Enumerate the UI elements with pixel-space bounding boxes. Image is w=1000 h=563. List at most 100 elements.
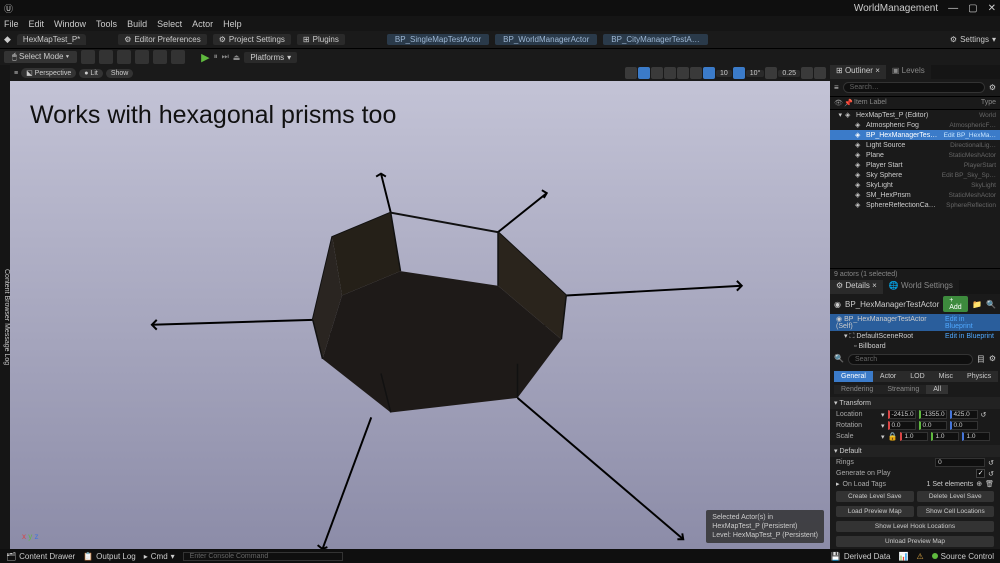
self-component-row[interactable]: ◉ BP_HexManagerTestActor (Self) Edit in … (830, 314, 1000, 331)
rings-input[interactable]: 0 (935, 458, 985, 467)
details-category-tab[interactable]: Misc (932, 371, 960, 382)
levels-tab[interactable]: ▣ Levels (886, 65, 931, 79)
filter-icon[interactable]: 目 (977, 354, 985, 365)
vp-angle-snap[interactable] (733, 67, 745, 79)
rotation-x[interactable]: 0.0 (888, 421, 916, 430)
scale-z[interactable]: 1.0 (962, 432, 990, 441)
bp-tab-3[interactable]: BP_CityManagerTestA… (603, 34, 707, 45)
vp-grid-snap[interactable] (703, 67, 715, 79)
menu-select[interactable]: Select (157, 19, 182, 29)
window-minimize-icon[interactable]: — (948, 3, 958, 14)
editor-prefs-button[interactable]: ⚙Editor Preferences (118, 34, 206, 45)
save-icon[interactable] (81, 50, 95, 64)
edit-blueprint-link[interactable]: Edit in Blueprint (945, 333, 994, 340)
find-icon[interactable]: 🔍 (986, 300, 996, 309)
outliner-row[interactable]: ◈SM_HexPrismStaticMeshActor (830, 190, 1000, 200)
details-category-tab[interactable]: Actor (873, 371, 903, 382)
details-subtab[interactable]: Rendering (834, 385, 880, 394)
component-row[interactable]: ▾ ⛶ DefaultSceneRoot Edit in Blueprint (830, 331, 1000, 342)
outliner-row[interactable]: ◈SkyLightSkyLight (830, 180, 1000, 190)
menu-tools[interactable]: Tools (96, 19, 117, 29)
outliner-row[interactable]: ◈Atmospheric FogAtmosphericF… (830, 120, 1000, 130)
add-icon[interactable] (117, 50, 131, 64)
outliner-row[interactable]: ◈BP_HexManagerTestActorEdit BP_HexMa… (830, 130, 1000, 140)
skip-icon[interactable]: ⏭ (222, 52, 229, 62)
vp-tool-5[interactable] (677, 67, 689, 79)
vp-tool-scale[interactable] (664, 67, 676, 79)
menu-file[interactable]: File (4, 19, 19, 29)
output-log-button[interactable]: 📋 Output Log (83, 552, 136, 561)
settings-dropdown[interactable]: Settings (960, 35, 989, 44)
vp-scale-snap[interactable] (765, 67, 777, 79)
lock-icon[interactable]: 🔒 (888, 432, 898, 441)
console-input[interactable]: Enter Console Command (183, 552, 343, 561)
component-row[interactable]: ▫ Billboard (830, 342, 1000, 351)
add-element-icon[interactable]: ⊕ (976, 480, 982, 488)
details-category-tab[interactable]: General (834, 371, 873, 382)
show-dropdown[interactable]: Show (106, 69, 134, 78)
action-button[interactable]: Show Cell Locations (917, 506, 995, 517)
viewport-menu-icon[interactable]: ≡ (14, 70, 18, 77)
details-category-tab[interactable]: Physics (960, 371, 998, 382)
add-component-button[interactable]: + Add (943, 296, 968, 312)
angle-size[interactable]: 10° (746, 70, 765, 77)
platforms-dropdown[interactable]: Platforms ▾ (244, 52, 297, 63)
menu-actor[interactable]: Actor (192, 19, 213, 29)
action-button[interactable]: Show Level Hook Locations (836, 521, 994, 532)
vp-maximize[interactable] (814, 67, 826, 79)
rotation-y[interactable]: 0.0 (919, 421, 947, 430)
action-button[interactable]: Unload Preview Map (836, 536, 994, 547)
source-control-button[interactable]: Source Control (932, 552, 994, 561)
pause-icon[interactable]: ⏸ (214, 52, 218, 62)
clear-icon[interactable]: 🗑 (985, 480, 994, 488)
play-button[interactable]: ▶ (201, 51, 209, 64)
window-close-icon[interactable]: ✕ (988, 3, 996, 14)
details-subtab[interactable]: Streaming (880, 385, 926, 394)
details-search[interactable]: Search (848, 354, 973, 365)
world-settings-tab[interactable]: 🌐 World Settings (883, 280, 959, 294)
outliner-search[interactable]: Search… (843, 82, 985, 93)
generate-on-play-checkbox[interactable] (976, 469, 985, 478)
blueprints-icon[interactable] (153, 50, 167, 64)
warning-icon[interactable]: ⚠ (916, 552, 923, 561)
menu-window[interactable]: Window (54, 19, 86, 29)
bp-tab-1[interactable]: BP_SingleMapTestActor (387, 34, 489, 45)
details-category-tab[interactable]: LOD (903, 371, 931, 382)
perspective-dropdown[interactable]: ⬕ Perspective (21, 68, 76, 78)
reset-icon[interactable]: ↺ (988, 470, 994, 478)
transform-section[interactable]: ▾ Transform (830, 397, 1000, 409)
bp-tab-2[interactable]: BP_WorldManagerActor (495, 34, 597, 45)
window-maximize-icon[interactable]: ▢ (968, 3, 977, 14)
filter-icon[interactable]: ≡ (834, 83, 839, 92)
menu-edit[interactable]: Edit (29, 19, 45, 29)
vp-camera-speed[interactable] (801, 67, 813, 79)
cinematics-icon[interactable] (171, 50, 185, 64)
content-browser-tab[interactable]: Content Browser (3, 269, 10, 321)
content-drawer-button[interactable]: 🗂 Content Drawer (6, 552, 75, 561)
details-tab[interactable]: ⚙ Details × (830, 280, 883, 294)
lit-dropdown[interactable]: ● Lit (79, 69, 103, 78)
action-button[interactable]: Create Level Save (836, 491, 914, 502)
asset-tab[interactable]: HexMapTest_P* (17, 34, 86, 45)
reset-icon[interactable]: ↺ (981, 411, 987, 419)
scale-snap[interactable]: 0.25 (778, 70, 800, 77)
outliner-row[interactable]: ◈Light SourceDirectionalLig… (830, 140, 1000, 150)
message-log-tab[interactable]: Message Log (3, 323, 10, 365)
browse-icon[interactable] (99, 50, 113, 64)
reset-icon[interactable]: ↺ (988, 459, 994, 467)
left-sidebar[interactable]: Content Browser Message Log (0, 65, 10, 549)
outliner-row[interactable]: ◈SphereReflectionCaptureSphereReflection (830, 200, 1000, 210)
menu-help[interactable]: Help (223, 19, 242, 29)
project-settings-button[interactable]: ⚙Project Settings (213, 34, 291, 45)
gear-icon[interactable]: ⚙ (989, 354, 996, 365)
default-section[interactable]: ▾ Default (830, 445, 1000, 457)
vp-tool-1[interactable] (625, 67, 637, 79)
vp-tool-6[interactable] (690, 67, 702, 79)
vp-tool-rotate[interactable] (651, 67, 663, 79)
marketplace-icon[interactable] (135, 50, 149, 64)
grid-size[interactable]: 10 (716, 70, 732, 77)
action-button[interactable]: Load Preview Map (836, 506, 914, 517)
stop-icon[interactable]: ⏏ (233, 53, 241, 62)
action-button[interactable]: Delete Level Save (917, 491, 995, 502)
vp-tool-move[interactable] (638, 67, 650, 79)
